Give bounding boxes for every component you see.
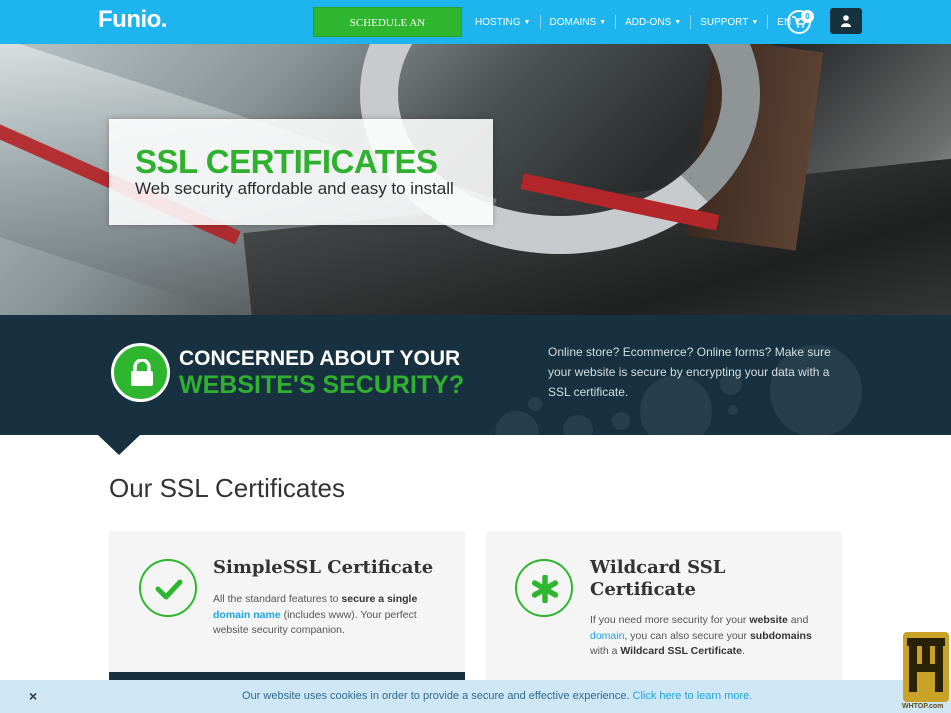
cookie-notice: × Our website uses cookies in order to p… (0, 680, 951, 713)
asterisk-badge (515, 559, 573, 617)
nav-domains-label: DOMAINS (549, 16, 597, 28)
desc-text: All the standard features to (213, 593, 342, 605)
cookie-learn-more-link[interactable]: Click here to learn more. (633, 690, 753, 702)
lock-icon (131, 359, 153, 386)
lock-badge (111, 343, 170, 402)
nav-divider (539, 15, 541, 29)
caret-down-icon: ▼ (599, 18, 607, 26)
nav-divider (690, 15, 692, 29)
hero-caption-box: SSL CERTIFICATES Web security affordable… (109, 119, 493, 225)
nav-divider (767, 15, 769, 29)
security-band: CONCERNED ABOUT YOUR WEBSITE'S SECURITY?… (0, 315, 951, 435)
product-card-simplessl: SimpleSSL Certificate All the standard f… (109, 531, 465, 681)
decorative-bubble (528, 397, 542, 411)
user-icon (841, 15, 851, 27)
desc-text: and (787, 614, 809, 626)
card-description: All the standard features to secure a si… (213, 592, 423, 639)
decorative-bubble (612, 412, 630, 430)
hero-title: SSL CERTIFICATES (135, 143, 438, 180)
schedule-appointment-button[interactable]: SCHEDULE AN APPOINTMENT (313, 7, 462, 59)
desc-bold: Wildcard SSL Certificate (620, 645, 743, 657)
top-navbar: Funio. SCHEDULE AN APPOINTMENT HOSTING▼ … (0, 0, 951, 59)
desc-bold: website (749, 614, 788, 626)
desc-bold: subdomains (749, 629, 812, 642)
band-description: Online store? Ecommerce? Online forms? M… (548, 345, 831, 399)
asterisk-icon (531, 575, 559, 603)
desc-bold: secure a single (341, 593, 418, 605)
cookie-text: Our website uses cookies in order to pro… (242, 690, 752, 702)
decorative-bubble (495, 411, 539, 435)
nav-support-label: SUPPORT (700, 16, 749, 28)
domain-name-link[interactable]: domain name (213, 609, 281, 621)
nav-hosting-label: HOSTING (475, 16, 521, 28)
decorative-bubble (563, 415, 593, 435)
nav-domains[interactable]: DOMAINS ▼ (550, 0, 607, 44)
checkmark-badge (139, 559, 197, 617)
nav-menu: HOSTING ▼ DOMAINS ▼ ADD-ONS ▼ SUPPORT ▼ EN ▼ (475, 0, 801, 44)
nav-support[interactable]: SUPPORT ▼ (700, 0, 758, 44)
desc-text: , you can also secure your (624, 629, 750, 642)
caret-down-icon: ▼ (523, 18, 531, 26)
logo[interactable]: Funio. (98, 6, 167, 34)
caret-down-icon: ▼ (674, 18, 682, 26)
card-description: If you need more security for your websi… (590, 613, 815, 660)
card-title[interactable]: Wildcard SSL Certificate (590, 557, 750, 601)
desc-text: If you need more security for your (590, 614, 750, 626)
nav-hosting[interactable]: HOSTING ▼ (475, 0, 531, 44)
hero-subtitle: Web security affordable and easy to inst… (135, 179, 454, 198)
caret-down-icon: ▼ (751, 18, 759, 26)
checkmark-icon (155, 579, 183, 600)
nav-divider (615, 15, 617, 29)
close-icon[interactable]: × (29, 688, 37, 704)
desc-text: . (742, 645, 745, 657)
cookie-message: Our website uses cookies in order to pro… (242, 690, 633, 702)
band-heading-line2: WEBSITE'S SECURITY? (179, 371, 465, 399)
hero-banner: SSL CERTIFICATES Web security affordable… (0, 44, 951, 315)
desc-text: with a (590, 645, 621, 657)
card-title[interactable]: SimpleSSL Certificate (213, 557, 453, 579)
product-card-wildcard: Wildcard SSL Certificate If you need mor… (486, 531, 842, 681)
nav-addons-label: ADD-ONS (625, 16, 672, 28)
watermark-logo (903, 632, 949, 702)
section-title: Our SSL Certificates (109, 473, 346, 503)
watermark-text: WHTOP.com (902, 703, 944, 710)
decorative-bubble (728, 405, 738, 415)
domain-link[interactable]: domain (590, 630, 624, 642)
cart-count-badge: 0 (801, 10, 814, 23)
band-pointer-arrow (98, 435, 140, 455)
nav-addons[interactable]: ADD-ONS ▼ (625, 0, 681, 44)
account-button[interactable] (830, 8, 862, 34)
band-heading-line1: CONCERNED ABOUT YOUR (179, 347, 461, 370)
